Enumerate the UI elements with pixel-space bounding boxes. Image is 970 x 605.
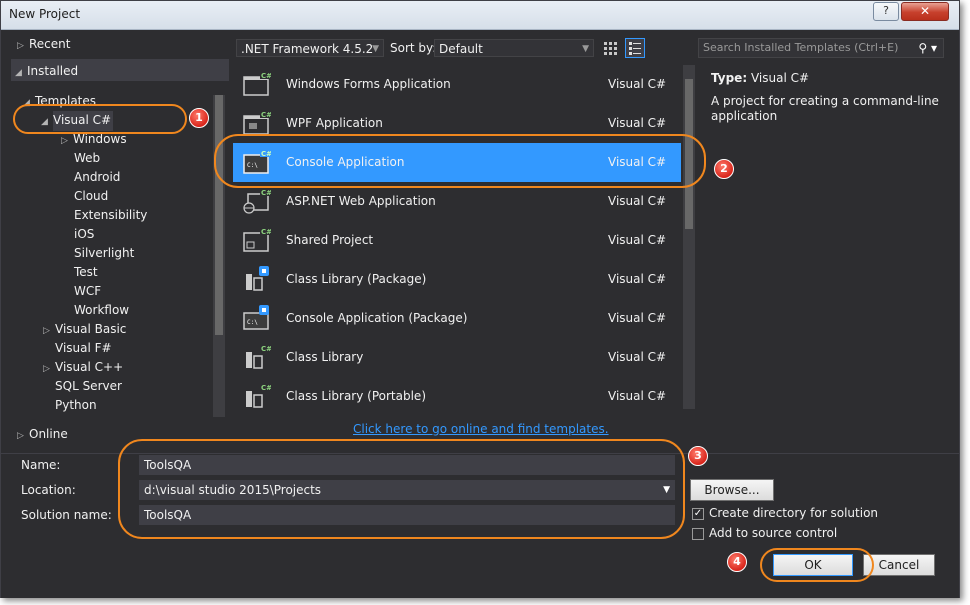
tree-item-silverlight[interactable]: Silverlight xyxy=(74,244,134,262)
console-app-package-icon: C:\ xyxy=(243,305,269,330)
highlight-oval-4 xyxy=(760,548,874,582)
tree-item-test[interactable]: Test xyxy=(74,263,98,281)
source-control-checkbox[interactable] xyxy=(692,528,704,540)
list-view-icon xyxy=(629,42,641,55)
grid-view-icon xyxy=(604,42,617,55)
template-description: Type: Visual C# A project for creating a… xyxy=(711,71,941,124)
tree-item-sql-server[interactable]: SQL Server xyxy=(55,377,122,395)
help-button[interactable]: ? xyxy=(873,2,899,21)
sort-by-label: Sort by: xyxy=(390,41,437,55)
tree-item-wcf[interactable]: WCF xyxy=(74,282,101,300)
framework-select[interactable]: .NET Framework 4.5.2 ▼ xyxy=(236,39,384,57)
template-row-windows-forms[interactable]: C# Windows Forms Application Visual C# xyxy=(233,65,681,104)
tree-item-workflow[interactable]: Workflow xyxy=(74,301,129,319)
class-library-portable-icon: C# xyxy=(246,383,271,408)
location-label: Location: xyxy=(21,483,76,497)
svg-text:C#: C# xyxy=(261,189,271,197)
annotation-badge-3: 3 xyxy=(688,446,708,466)
online-templates-link[interactable]: Click here to go online and find templat… xyxy=(353,422,609,436)
highlight-oval-2 xyxy=(214,134,706,188)
template-row-console-app-package[interactable]: C:\ Console Application (Package) Visual … xyxy=(233,299,681,338)
annotation-badge-1: 1 xyxy=(189,108,209,128)
tree-item-online[interactable]: ▷ Online xyxy=(17,425,68,443)
expand-arrow-icon: ▷ xyxy=(17,41,24,51)
type-value: Visual C# xyxy=(750,71,810,85)
sort-select[interactable]: Default ▼ xyxy=(434,39,594,57)
tree-scroll-thumb[interactable] xyxy=(215,95,223,335)
tree-item-web[interactable]: Web xyxy=(74,149,100,167)
create-directory-label: Create directory for solution xyxy=(709,506,879,520)
expand-arrow-icon: ▷ xyxy=(43,326,50,336)
description-text: A project for creating a command-line ap… xyxy=(711,94,939,123)
svg-text:C:\: C:\ xyxy=(247,319,258,326)
list-view-button[interactable] xyxy=(625,38,645,58)
tree-item-visual-basic[interactable]: ▷ Visual Basic xyxy=(43,320,126,338)
template-row-shared-project[interactable]: C# Shared Project Visual C# xyxy=(233,221,681,260)
chevron-down-icon: ▼ xyxy=(582,44,589,54)
svg-text:C#: C# xyxy=(261,72,271,80)
highlight-oval-1 xyxy=(13,104,187,134)
class-library-icon: C# xyxy=(246,344,271,369)
tree-item-python[interactable]: Python xyxy=(55,396,97,414)
solution-name-label: Solution name: xyxy=(21,508,112,522)
source-control-label: Add to source control xyxy=(709,526,838,540)
highlight-oval-3 xyxy=(118,439,685,539)
tree-item-cloud[interactable]: Cloud xyxy=(74,187,108,205)
tree-item-visual-cpp[interactable]: ▷ Visual C++ xyxy=(43,358,123,376)
type-label: Type: xyxy=(711,71,748,85)
template-scrollbar[interactable] xyxy=(683,65,695,409)
create-directory-checkbox[interactable]: ✓ xyxy=(692,508,704,520)
wpf-app-icon: C# xyxy=(243,110,271,135)
expand-arrow-icon: ▷ xyxy=(17,431,24,441)
windows-forms-icon: C# xyxy=(243,71,271,96)
expand-arrow-icon: ▷ xyxy=(61,136,68,146)
search-input[interactable]: Search Installed Templates (Ctrl+E) ⚲ ▾ xyxy=(698,38,944,58)
name-label: Name: xyxy=(21,458,61,472)
small-icons-view-button[interactable] xyxy=(601,39,619,57)
expand-arrow-icon: ▷ xyxy=(43,364,50,374)
svg-text:C#: C# xyxy=(261,111,271,119)
annotation-badge-4: 4 xyxy=(727,552,747,572)
annotation-badge-2: 2 xyxy=(714,159,734,179)
browse-button[interactable]: Browse... xyxy=(690,479,774,501)
aspnet-web-icon: C# xyxy=(243,188,271,214)
close-button[interactable]: ✕ xyxy=(901,2,949,21)
template-row-class-library-portable[interactable]: C# Class Library (Portable) Visual C# xyxy=(233,377,681,416)
svg-text:C#: C# xyxy=(261,228,271,236)
svg-text:C#: C# xyxy=(261,345,271,353)
template-list: C# Windows Forms Application Visual C# C#… xyxy=(233,63,683,411)
template-row-class-library[interactable]: C# Class Library Visual C# xyxy=(233,338,681,377)
window-title: New Project xyxy=(9,7,81,21)
search-icon[interactable]: ⚲ ▾ xyxy=(918,39,937,57)
tree-item-recent[interactable]: ▷ Recent xyxy=(17,35,70,53)
svg-text:C#: C# xyxy=(261,384,271,392)
tree-item-visual-fsharp[interactable]: Visual F# xyxy=(55,339,112,357)
tree-item-android[interactable]: Android xyxy=(74,168,120,186)
title-bar: New Project ? ✕ xyxy=(1,1,959,30)
chevron-down-icon: ▼ xyxy=(372,44,379,54)
class-library-package-icon xyxy=(246,266,269,291)
tree-item-installed[interactable]: ◢ Installed xyxy=(15,62,78,80)
shared-project-icon: C# xyxy=(243,227,271,252)
template-row-class-library-package[interactable]: Class Library (Package) Visual C# xyxy=(233,260,681,299)
tree-item-extensibility[interactable]: Extensibility xyxy=(74,206,147,224)
template-tree: ▷ Recent ◢ Installed ◢ Templates ◢ Visual C#… xyxy=(9,33,229,443)
tree-item-ios[interactable]: iOS xyxy=(74,225,94,243)
collapse-arrow-icon: ◢ xyxy=(15,68,22,78)
